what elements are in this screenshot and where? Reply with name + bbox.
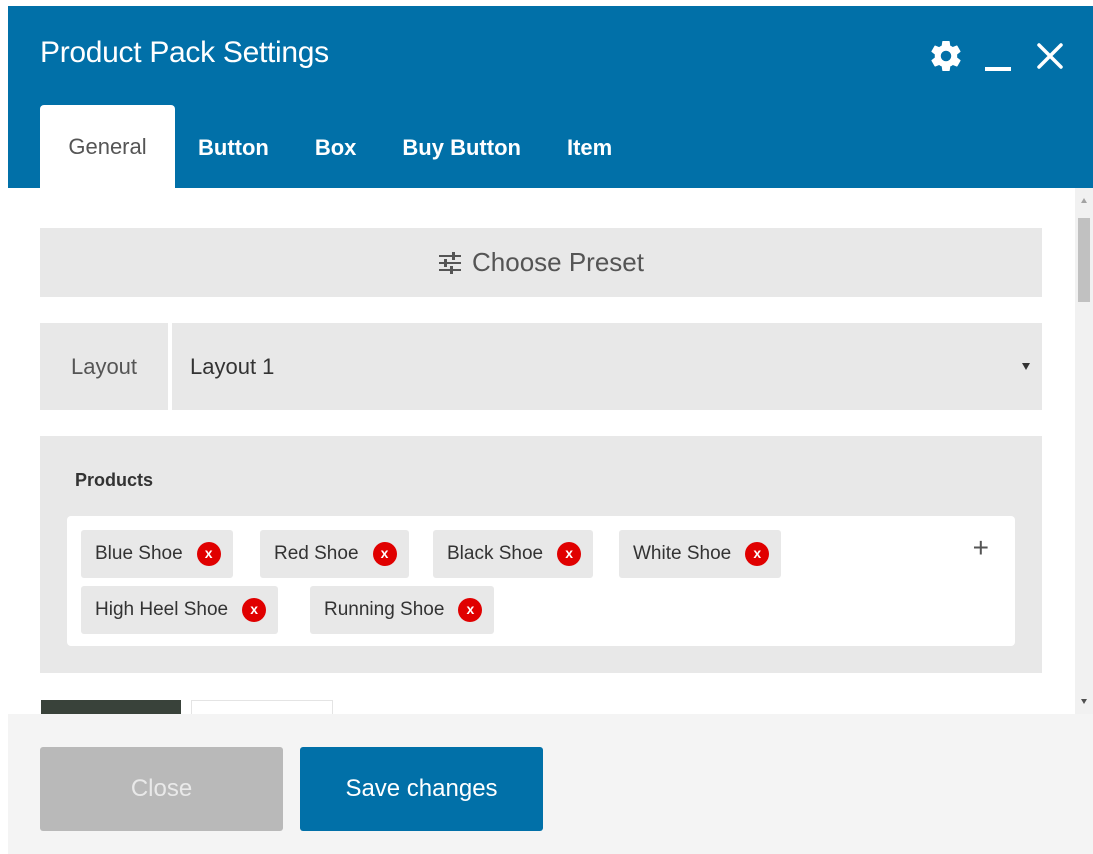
scroll-up-icon[interactable] <box>1081 198 1087 203</box>
caret-down-icon <box>1022 363 1030 370</box>
remove-chip-icon[interactable]: x <box>242 598 267 622</box>
products-tag-input[interactable]: Blue Shoe x Red Shoe x Black Shoe x Whit… <box>67 516 1015 646</box>
product-chip-label: Black Shoe <box>447 543 544 564</box>
dialog-footer: Close Save changes <box>8 714 1093 854</box>
tab-item[interactable]: Item <box>544 105 635 188</box>
product-chip-label: Running Shoe <box>324 599 445 620</box>
products-label: Products <box>75 470 154 490</box>
choose-preset-button[interactable]: Choose Preset <box>40 228 1042 297</box>
minimize-icon[interactable] <box>979 36 1017 76</box>
layout-select[interactable]: Layout 1 <box>172 323 1042 410</box>
tab-bar: General Button Box Buy Button Item <box>40 105 635 188</box>
tab-general[interactable]: General <box>40 105 175 188</box>
add-product-button[interactable]: + <box>973 534 989 562</box>
tab-box[interactable]: Box <box>292 105 380 188</box>
remove-chip-icon[interactable]: x <box>557 542 582 566</box>
product-chip: White Shoe x <box>619 530 782 578</box>
scrollbar-thumb[interactable] <box>1078 218 1090 302</box>
sliders-icon <box>438 251 462 274</box>
product-pack-settings-dialog: Product Pack Settings General Button Box… <box>8 6 1093 854</box>
layout-label: Layout <box>40 323 168 410</box>
remove-chip-icon[interactable]: x <box>458 598 483 622</box>
scroll-down-icon[interactable] <box>1081 699 1087 704</box>
close-button[interactable]: Close <box>40 747 283 831</box>
dialog-title: Product Pack Settings <box>40 36 329 69</box>
remove-chip-icon[interactable]: x <box>745 542 770 566</box>
product-chip: Red Shoe x <box>260 530 409 578</box>
products-panel: Products Blue Shoe x Red Shoe x Black Sh… <box>40 436 1042 673</box>
vertical-scrollbar[interactable] <box>1075 188 1093 714</box>
close-icon[interactable] <box>1031 36 1069 76</box>
save-changes-button[interactable]: Save changes <box>300 747 543 831</box>
product-chip: Running Shoe x <box>310 586 495 634</box>
settings-content: Choose Preset Layout Layout 1 Products B… <box>8 188 1093 714</box>
layout-selected-value: Layout 1 <box>190 353 275 379</box>
product-chip: High Heel Shoe x <box>81 586 279 634</box>
product-chip-label: Blue Shoe <box>95 543 183 564</box>
product-chip-label: White Shoe <box>633 543 732 564</box>
header-controls <box>927 36 1069 76</box>
product-chip-label: High Heel Shoe <box>95 599 229 620</box>
choose-preset-label: Choose Preset <box>472 247 644 277</box>
remove-chip-icon[interactable]: x <box>196 542 221 566</box>
remove-chip-icon[interactable]: x <box>372 542 397 566</box>
product-chip-label: Red Shoe <box>274 543 359 564</box>
product-chip: Blue Shoe x <box>81 530 233 578</box>
tab-button[interactable]: Button <box>175 105 292 188</box>
dialog-header: Product Pack Settings General Button Box… <box>8 6 1093 188</box>
image-field-box[interactable] <box>191 700 333 714</box>
product-chip: Black Shoe x <box>433 530 594 578</box>
gear-icon[interactable] <box>927 36 965 76</box>
layout-field: Layout Layout 1 <box>40 323 1042 410</box>
tab-buy-button[interactable]: Buy Button <box>379 105 544 188</box>
image-preview-thumbnail <box>41 700 181 714</box>
